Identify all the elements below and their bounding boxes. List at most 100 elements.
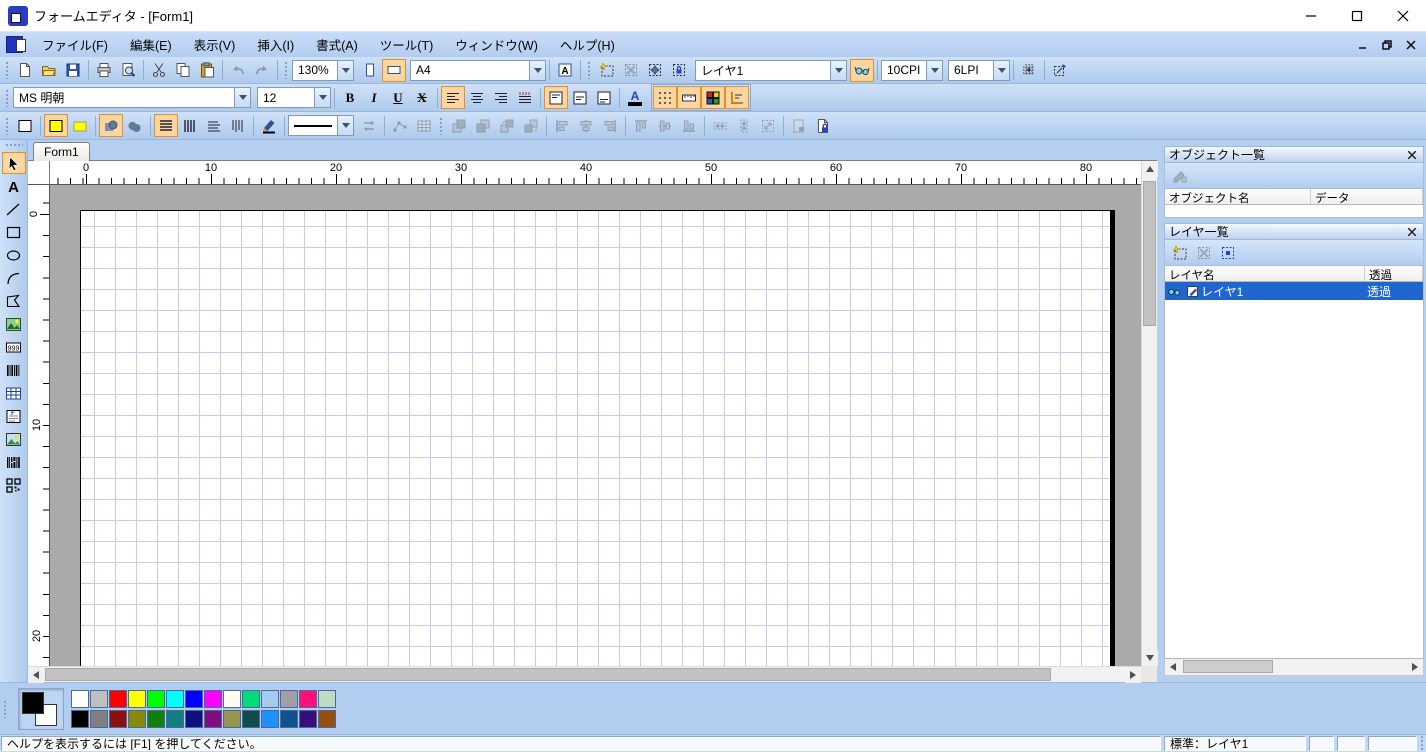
mdi-minimize-button[interactable] (1354, 36, 1372, 54)
visibility-icon[interactable] (1165, 284, 1183, 298)
order-forward-button[interactable] (495, 114, 519, 137)
align-objects-bottom-button[interactable] (677, 114, 701, 137)
color-swatch[interactable] (71, 710, 89, 728)
color-swatch[interactable] (185, 710, 203, 728)
layer-visibility-button[interactable] (850, 59, 874, 82)
horizontal-scrollbar[interactable] (28, 666, 1141, 682)
scroll-down-arrow[interactable] (1142, 650, 1158, 666)
copy-button[interactable] (171, 59, 195, 82)
scroll-left-arrow[interactable] (1165, 659, 1181, 675)
form-viewport[interactable] (50, 185, 1141, 666)
chevron-down-icon[interactable] (830, 61, 846, 80)
cut-button[interactable] (147, 59, 171, 82)
align-distribute-button[interactable] (513, 86, 537, 109)
menu-edit[interactable]: 編集(E) (119, 32, 183, 57)
print-preview-button[interactable] (116, 59, 140, 82)
layer-row[interactable]: レイヤ1 透過 (1165, 282, 1423, 300)
paper-size-select[interactable]: A4 (410, 60, 546, 81)
portrait-button[interactable] (358, 59, 382, 82)
toolbar-grip[interactable] (284, 61, 289, 79)
layer-list-body[interactable]: レイヤ1 透過 (1164, 282, 1424, 659)
color-swatch[interactable] (166, 710, 184, 728)
shape-button[interactable] (123, 114, 147, 137)
border-style-button[interactable] (13, 114, 37, 137)
page-lock-button[interactable] (811, 114, 835, 137)
text-frame-button[interactable]: A (553, 59, 577, 82)
strikethrough-button[interactable]: X (410, 86, 434, 109)
order-backward-button[interactable] (519, 114, 543, 137)
column-layer-name[interactable]: レイヤ名 (1165, 266, 1365, 281)
chevron-down-icon[interactable] (337, 61, 353, 80)
align-objects-center-button[interactable] (574, 114, 598, 137)
italic-button[interactable]: I (362, 86, 386, 109)
bold-button[interactable]: B (338, 86, 362, 109)
color-swatch[interactable] (204, 710, 222, 728)
color-swatch[interactable] (223, 710, 241, 728)
edit-icon[interactable] (1183, 285, 1201, 298)
redo-button[interactable] (250, 59, 274, 82)
fg-bg-selector[interactable] (18, 688, 64, 730)
number-tool[interactable]: 999 (2, 336, 26, 358)
scroll-right-arrow[interactable] (1125, 667, 1141, 683)
color-swatch[interactable] (185, 690, 203, 708)
color-swatch[interactable] (128, 710, 146, 728)
undo-button[interactable] (226, 59, 250, 82)
font-color-button[interactable]: A (623, 86, 647, 109)
new-layer-button[interactable] (1168, 241, 1192, 264)
image-tool[interactable] (2, 313, 26, 335)
scroll-up-arrow[interactable] (1142, 161, 1158, 177)
dock-horizontal-scrollbar[interactable] (1164, 659, 1424, 676)
grid-snap-button[interactable] (1017, 59, 1041, 82)
chevron-down-icon[interactable] (234, 88, 250, 107)
color-swatch[interactable] (71, 690, 89, 708)
toggle-palette-button[interactable] (701, 86, 725, 109)
toolbar-grip[interactable] (439, 117, 444, 135)
save-button[interactable] (61, 59, 85, 82)
align-right-button[interactable] (489, 86, 513, 109)
order-front-button[interactable] (447, 114, 471, 137)
underline-button[interactable]: U (386, 86, 410, 109)
toolbar-grip[interactable] (5, 117, 10, 135)
landscape-button[interactable] (382, 59, 406, 82)
chevron-down-icon[interactable] (926, 61, 942, 80)
lock-object-button[interactable] (667, 59, 691, 82)
color-swatch[interactable] (299, 690, 317, 708)
color-swatch[interactable] (109, 710, 127, 728)
table-edit-button[interactable] (412, 114, 436, 137)
picture-tool[interactable] (2, 428, 26, 450)
ellipse-tool[interactable] (2, 244, 26, 266)
color-swatch[interactable] (299, 710, 317, 728)
align-objects-left-button[interactable] (550, 114, 574, 137)
row-lines-button[interactable] (154, 114, 178, 137)
color-swatch[interactable] (280, 690, 298, 708)
color-swatch[interactable] (261, 690, 279, 708)
arc-tool[interactable] (2, 267, 26, 289)
vertical-scrollbar[interactable] (1141, 161, 1157, 666)
polygon-tool[interactable] (2, 290, 26, 312)
column-lines2-button[interactable] (226, 114, 250, 137)
menu-window[interactable]: ウィンドウ(W) (444, 32, 549, 57)
table-tool[interactable] (2, 382, 26, 404)
column-layer-transparency[interactable]: 透過 (1365, 266, 1423, 281)
color-swatch[interactable] (128, 690, 146, 708)
print-button[interactable] (92, 59, 116, 82)
color-swatch[interactable] (90, 710, 108, 728)
close-icon[interactable] (1405, 148, 1419, 162)
new-button[interactable] (13, 59, 37, 82)
valign-bottom-button[interactable] (592, 86, 616, 109)
unlock-button[interactable] (787, 114, 811, 137)
font-size-select[interactable]: 12 (257, 87, 331, 108)
color-swatch[interactable] (147, 690, 165, 708)
dock-scroll-thumb[interactable] (1183, 660, 1273, 673)
document-icon[interactable] (6, 36, 23, 53)
brush-button[interactable] (257, 114, 281, 137)
toolbar-grip[interactable] (5, 143, 23, 148)
form-page[interactable] (80, 210, 1115, 666)
object-list-body[interactable] (1164, 205, 1424, 218)
field-tool[interactable]: F (2, 405, 26, 427)
barcode2d-tool[interactable] (2, 451, 26, 473)
align-left-button[interactable] (441, 86, 465, 109)
rect-tool[interactable] (2, 221, 26, 243)
menu-insert[interactable]: 挿入(I) (246, 32, 305, 57)
toolbar-grip[interactable] (5, 61, 10, 79)
